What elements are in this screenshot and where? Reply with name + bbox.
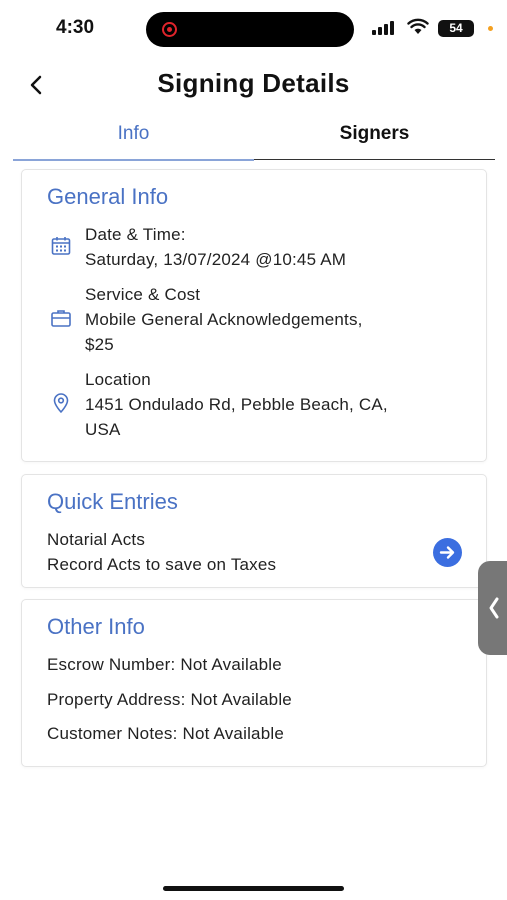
status-time: 4:30 — [56, 17, 95, 38]
customer-notes: Customer Notes: Not Available — [47, 724, 284, 743]
chevron-left-icon — [489, 597, 499, 619]
location-value-line1: 1451 Ondulado Rd, Pebble Beach, CA, — [85, 395, 388, 414]
location-value-line2: USA — [85, 420, 121, 439]
date-time-label: Date & Time: — [85, 225, 186, 244]
recording-icon — [162, 22, 177, 37]
tab-signers[interactable]: Signers — [254, 118, 495, 159]
page-title: Signing Details — [157, 68, 350, 98]
other-info-card: Other Info Escrow Number: Not Available … — [21, 599, 487, 767]
signal-icon — [372, 21, 394, 35]
other-info-title: Other Info — [47, 614, 145, 639]
home-indicator[interactable] — [163, 886, 344, 891]
general-info-card: General Info Date & Time: Saturday, 13/0… — [21, 169, 487, 462]
quick-entries-title: Quick Entries — [47, 489, 178, 514]
date-time-value: Saturday, 13/07/2024 @10:45 AM — [85, 250, 347, 269]
location-label: Location — [85, 370, 151, 389]
quick-entries-line1: Notarial Acts — [47, 530, 146, 549]
quick-entries-line2: Record Acts to save on Taxes — [47, 555, 277, 574]
header: Signing Details — [0, 62, 507, 108]
dynamic-island — [146, 12, 354, 47]
service-value-line1: Mobile General Acknowledgements, — [85, 310, 363, 329]
privacy-indicator-dot — [488, 26, 493, 31]
map-pin-icon — [53, 393, 69, 413]
status-bar: 4:30 54 — [0, 0, 507, 58]
calendar-icon — [51, 237, 71, 255]
quick-entries-card[interactable]: Quick Entries Notarial Acts Record Acts … — [21, 474, 487, 588]
property-address: Property Address: Not Available — [47, 690, 292, 709]
service-value-line2: $25 — [85, 335, 114, 354]
general-info-title: General Info — [47, 184, 169, 209]
briefcase-icon — [51, 310, 71, 327]
battery-indicator: 54 — [438, 20, 474, 37]
service-label: Service & Cost — [85, 285, 201, 304]
escrow-number: Escrow Number: Not Available — [47, 655, 282, 674]
wifi-icon — [407, 18, 429, 34]
arrow-right-circle-icon — [439, 546, 455, 559]
tab-info[interactable]: Info — [13, 118, 254, 161]
quick-entries-arrow-button[interactable] — [433, 538, 462, 567]
side-panel-handle[interactable] — [478, 561, 507, 655]
tab-bar: Info Signers — [13, 118, 495, 161]
